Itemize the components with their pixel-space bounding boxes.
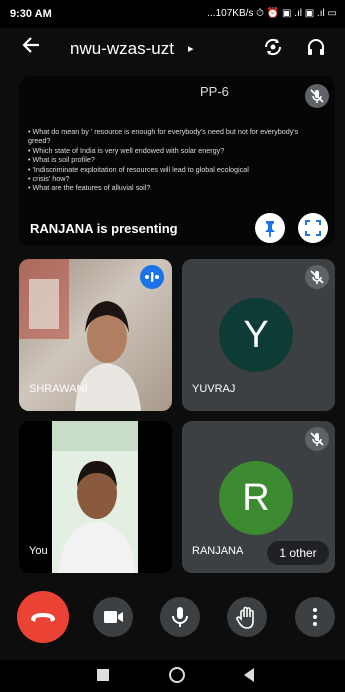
slide-line: What is soil profile? (28, 155, 318, 164)
slide-line: 'Indiscriminate exploitation of resource… (28, 165, 318, 174)
avatar-yuvraj: Y (219, 298, 293, 372)
slide-line: What do mean by ' resource is enough for… (28, 127, 318, 146)
yuvraj-muted-icon (305, 265, 329, 289)
slide-line: What are the features of alluvial soil? (28, 183, 318, 192)
end-call-button[interactable] (17, 591, 69, 643)
slide-line: crisis' how? (28, 174, 318, 183)
slide-title: PP-6 (200, 84, 229, 99)
ranjana-muted-icon (305, 427, 329, 451)
back-arrow-icon[interactable] (22, 36, 40, 58)
video-camera-icon (104, 611, 123, 623)
fullscreen-icon (305, 220, 321, 236)
more-vert-icon (313, 608, 317, 626)
pin-icon (265, 221, 275, 237)
switch-camera-icon[interactable] (262, 36, 284, 58)
pin-button[interactable] (255, 213, 285, 243)
microphone-icon (172, 607, 188, 627)
slide-question-list: What do mean by ' resource is enough for… (28, 127, 318, 193)
microphone-button[interactable] (160, 597, 200, 637)
back-nav-icon[interactable] (242, 667, 256, 688)
participant-name-ranjana: RANJANA (192, 545, 244, 557)
slide-line: Which state of India is very well endowe… (28, 146, 318, 155)
hand-icon (236, 606, 254, 629)
raise-hand-button[interactable] (227, 597, 267, 637)
participant-name-you: You (29, 545, 48, 557)
camera-button[interactable] (93, 597, 133, 637)
recents-icon[interactable] (97, 669, 109, 681)
presentation-muted-icon (305, 84, 329, 108)
participant-name-shrawani: SHRAWANI (29, 383, 88, 395)
fullscreen-button[interactable] (298, 213, 328, 243)
home-icon[interactable] (169, 667, 185, 683)
headphones-icon[interactable] (305, 36, 327, 58)
speaking-indicator-icon (140, 265, 164, 289)
status-time: 9:30 AM (10, 8, 52, 20)
meeting-code[interactable]: nwu-wzas-uzt (70, 39, 174, 59)
hang-up-icon (31, 613, 55, 622)
other-participants-pill[interactable]: 1 other (267, 541, 329, 565)
status-indicators: ...107KB/s ⏱ ⏰ ▣ .ıl ▣ .ıl ▭ (207, 8, 337, 19)
meeting-info-caret-icon[interactable]: ▸ (188, 42, 194, 55)
presenter-label: RANJANA is presenting (30, 221, 178, 236)
avatar-ranjana: R (219, 461, 293, 535)
participant-name-yuvraj: YUVRAJ (192, 383, 236, 395)
more-options-button[interactable] (295, 597, 335, 637)
